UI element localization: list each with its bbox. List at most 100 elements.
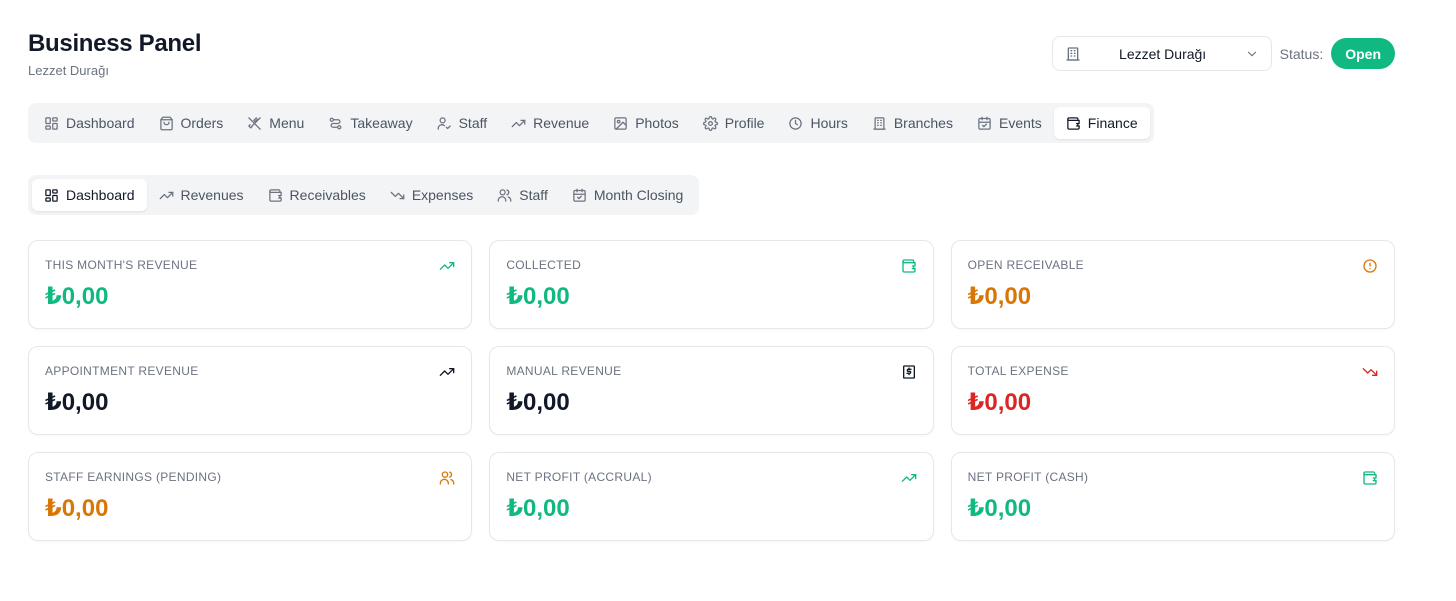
tab-photos[interactable]: Photos [601,107,691,139]
trending-up-icon [439,364,455,380]
stat-card-appointment-revenue: Appointment Revenue ₺0,00 [28,346,473,435]
tab-label: Photos [635,115,679,131]
stat-card-value: ₺0,00 [967,389,1032,416]
dashboard-grid-icon [44,116,59,131]
user-check-icon [437,116,452,131]
alert-circle-icon [1362,258,1378,274]
page-header: Business Panel Lezzet Durağı [28,30,202,78]
wallet-icon [268,188,283,203]
stat-card-label: This Month's Revenue [45,258,198,272]
wallet-icon [1066,116,1081,131]
tab-revenue[interactable]: Revenue [499,107,601,139]
shopping-bag-icon [159,116,174,131]
stat-card-manual-revenue: Manual Revenue ₺0,00 [489,346,934,435]
stat-card-label: Total Expense [967,364,1069,378]
stat-card-value: ₺0,00 [45,389,109,416]
trending-up-icon [159,188,174,203]
utensils-icon-svg [248,116,262,130]
trending-up-icon-svg [439,262,455,270]
stat-card-label: Net Profit (Cash) [967,470,1089,484]
tab-hours[interactable]: Hours [776,107,859,139]
tab-profile[interactable]: Profile [691,107,777,139]
calendar-check-icon [572,188,587,203]
building-icon [872,116,887,131]
route-icon-svg [329,117,342,129]
gear-icon-svg [702,115,718,131]
subtab-month-closing[interactable]: Month Closing [560,179,696,211]
stat-card-this-month-s-revenue: This Month's Revenue ₺0,00 [28,240,473,329]
tab-staff[interactable]: Staff [425,107,500,139]
alert-circle-icon-svg [1363,259,1377,273]
calendar-check-icon [977,116,992,131]
tab-label: Dashboard [66,187,135,203]
tab-label: Dashboard [66,115,135,131]
users-icon-svg [497,188,512,202]
shopping-bag-icon-svg [159,116,173,130]
wallet-icon-svg [268,188,282,202]
dashboard-grid-icon-svg [45,188,58,202]
header-controls: Lezzet Durağı Status: Open [1051,36,1395,71]
tab-label: Finance [1087,115,1138,131]
stat-card-label: Collected [506,258,582,272]
page-title: Business Panel [28,30,202,57]
users-icon [497,188,512,203]
stat-card-value: ₺0,00 [506,389,570,416]
trending-down-icon-svg [1362,368,1378,376]
trending-up-icon-svg [159,191,173,199]
utensils-icon [247,116,262,131]
tab-takeaway[interactable]: Takeaway [316,107,424,139]
wallet-icon-svg [901,259,916,273]
tab-orders[interactable]: Orders [147,107,236,139]
calendar-check-icon-svg [573,188,586,202]
stat-card-label: Appointment Revenue [45,364,199,378]
building-icon-svg [873,116,886,130]
trending-up-icon [511,116,526,131]
stat-card-label: Manual Revenue [506,364,622,378]
subtab-dashboard[interactable]: Dashboard [32,179,147,211]
image-icon-svg [614,116,627,130]
tab-label: Revenues [180,187,244,203]
tab-events[interactable]: Events [965,107,1054,139]
stat-card-label: Staff Earnings (Pending) [45,470,222,484]
wallet-icon-svg [1067,116,1080,130]
finance-sub-tabs: Dashboard Revenues Receivables Expenses Staf… [28,175,700,215]
branch-select[interactable]: Lezzet Durağı [1051,36,1272,71]
stat-card-value: ₺0,00 [967,283,1032,310]
tab-finance[interactable]: Finance [1053,107,1150,139]
subtab-revenues[interactable]: Revenues [147,179,256,211]
status-label: Status: [1279,45,1324,62]
tab-label: Month Closing [593,187,684,203]
tab-dashboard[interactable]: Dashboard [32,107,147,139]
stat-card-total-expense: Total Expense ₺0,00 [950,346,1395,435]
users-icon-svg [439,471,455,485]
tab-branches[interactable]: Branches [860,107,965,139]
subtab-staff[interactable]: Staff [485,179,560,211]
calendar-check-icon-svg [978,116,991,130]
subtab-receivables[interactable]: Receivables [256,179,378,211]
stat-card-label: Net Profit (Accrual) [506,470,652,484]
dashboard-grid-icon-svg [45,116,58,130]
subtab-expenses[interactable]: Expenses [378,179,485,211]
main-nav-tabs: Dashboard Orders Menu Takeaway Staff Revenue P… [28,103,1154,143]
wallet-icon-svg [1363,471,1377,485]
stat-card-label: Open Receivable [967,258,1084,272]
trending-up-icon [901,470,917,486]
trending-up-icon [439,258,455,274]
receipt-icon-svg [902,365,915,379]
tab-label: Staff [519,187,548,203]
clock-icon [788,116,803,131]
tab-label: Expenses [411,187,474,203]
receipt-icon [901,364,917,380]
users-icon [439,470,455,486]
trending-down-icon-svg [390,191,405,199]
trending-down-icon [1362,364,1378,380]
status-badge[interactable]: Open [1331,38,1395,69]
tab-label: Events [998,115,1042,131]
wallet-icon [901,258,917,274]
tab-menu[interactable]: Menu [235,107,316,139]
tab-label: Staff [458,115,488,131]
branch-select-value: Lezzet Durağı [1119,45,1207,62]
image-icon [613,116,628,131]
trending-up-icon-svg [901,474,916,482]
tab-label: Profile [724,115,765,131]
